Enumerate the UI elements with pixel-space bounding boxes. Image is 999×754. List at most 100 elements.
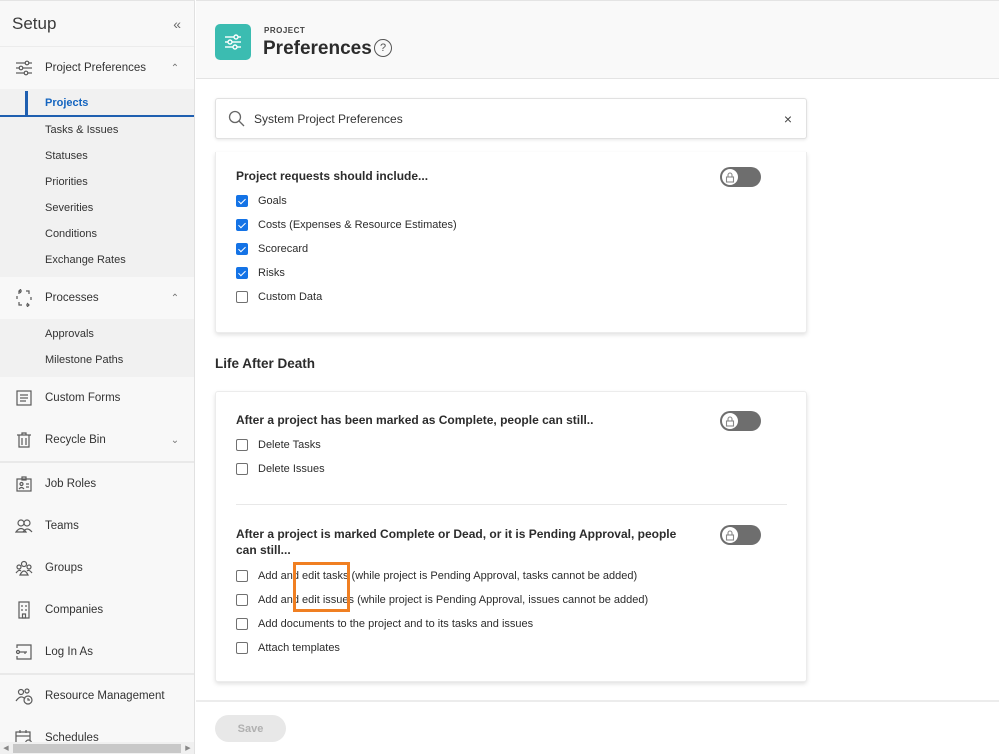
save-button[interactable]: Save <box>215 715 286 742</box>
clear-search-icon[interactable]: × <box>784 111 792 127</box>
sidebar-item-priorities[interactable]: Priorities <box>0 169 194 195</box>
sidebar-header: Setup « <box>0 1 194 47</box>
checkbox-costs[interactable]: Costs (Expenses & Resource Estimates) <box>236 213 806 237</box>
sidebar-item-exchange-rates[interactable]: Exchange Rates <box>0 247 194 273</box>
checkbox[interactable] <box>236 243 248 255</box>
sidebar-item-groups[interactable]: Groups <box>0 547 194 589</box>
collapse-sidebar-icon[interactable]: « <box>173 16 181 32</box>
lock-icon <box>725 171 735 183</box>
checkbox[interactable] <box>236 291 248 303</box>
scrollbar-thumb[interactable] <box>13 743 181 753</box>
checkbox[interactable] <box>236 594 248 606</box>
resource-management-icon <box>14 686 34 706</box>
sidebar-group-label: Processes <box>45 292 99 304</box>
checkbox-label: Scorecard <box>258 243 309 255</box>
checkbox-delete-issues[interactable]: Delete Issues <box>236 457 806 481</box>
sidebar-group-project-preferences[interactable]: Project Preferences ⌃ <box>0 47 194 89</box>
sidebar-group-label: Project Preferences <box>45 62 146 74</box>
checkbox[interactable] <box>236 219 248 231</box>
sidebar-item-conditions[interactable]: Conditions <box>0 221 194 247</box>
lock-icon <box>725 529 735 541</box>
sidebar-item-companies[interactable]: Companies <box>0 589 194 631</box>
checkbox-add-documents[interactable]: Add documents to the project and to its … <box>236 612 806 636</box>
checkbox-delete-tasks[interactable]: Delete Tasks <box>236 433 806 457</box>
after-complete-dead-pending-group: After a project is marked Complete or De… <box>216 505 806 660</box>
page-footer: Save <box>196 700 999 754</box>
groups-icon <box>14 558 34 578</box>
sidebar-item-label: Groups <box>45 562 83 574</box>
scroll-left-icon[interactable]: ◀ <box>0 744 12 752</box>
sidebar-item-recycle-bin[interactable]: Recycle Bin ⌄ <box>0 419 194 461</box>
page-title: Preferences <box>263 38 372 59</box>
sidebar-item-milestone-paths[interactable]: Milestone Paths <box>0 347 194 373</box>
checkbox-label: Goals <box>258 195 287 207</box>
sidebar-group-processes[interactable]: Processes ⌃ <box>0 277 194 319</box>
sidebar-item-job-roles[interactable]: Job Roles <box>0 463 194 505</box>
sidebar-item-label: Job Roles <box>45 478 97 490</box>
preferences-search: × <box>215 98 807 139</box>
help-icon[interactable]: ? <box>374 39 392 57</box>
sidebar-item-custom-forms[interactable]: Custom Forms <box>0 377 194 419</box>
scroll-right-icon[interactable]: ▶ <box>182 744 194 752</box>
checkbox-custom-data[interactable]: Custom Data <box>236 285 806 309</box>
sidebar-item-label: Companies <box>45 604 104 616</box>
life-after-death-card: After a project has been marked as Compl… <box>215 391 807 682</box>
section-title: Life After Death <box>215 356 316 371</box>
sidebar-title: Setup <box>12 13 57 33</box>
checkbox-label: Delete Tasks <box>258 439 321 451</box>
checkbox-label: Add and edit tasks (while project is Pen… <box>258 570 638 582</box>
checkbox-scorecard[interactable]: Scorecard <box>236 237 806 261</box>
lock-icon <box>725 415 735 427</box>
checkbox[interactable] <box>236 439 248 451</box>
sidebar-item-teams[interactable]: Teams <box>0 505 194 547</box>
sidebar-item-projects[interactable]: Projects <box>0 91 194 117</box>
teams-icon <box>14 516 34 536</box>
checkbox[interactable] <box>236 195 248 207</box>
checkbox-add-edit-issues[interactable]: Add and edit issues (while project is Pe… <box>236 588 806 612</box>
preferences-icon <box>215 24 251 60</box>
checkbox[interactable] <box>236 463 248 475</box>
search-icon <box>228 110 245 127</box>
sidebar-item-label: Teams <box>45 520 79 532</box>
checkbox-attach-templates[interactable]: Attach templates <box>236 636 806 660</box>
search-input[interactable] <box>254 111 784 126</box>
trash-icon <box>14 430 34 450</box>
project-requests-group: Project requests should include... Goals… <box>216 152 806 309</box>
sidebar-item-resource-management[interactable]: Resource Management <box>0 675 194 717</box>
checkbox[interactable] <box>236 267 248 279</box>
sidebar-item-approvals[interactable]: Approvals <box>0 321 194 347</box>
sliders-icon <box>14 58 34 78</box>
group-title: After a project has been marked as Compl… <box>236 413 594 427</box>
chevron-up-icon[interactable]: ⌃ <box>168 63 182 74</box>
sidebar-item-log-in-as[interactable]: Log In As <box>0 631 194 673</box>
sidebar-item-label: Recycle Bin <box>45 434 106 446</box>
checkbox-label: Delete Issues <box>258 463 325 475</box>
checkbox[interactable] <box>236 642 248 654</box>
checkbox-label: Costs (Expenses & Resource Estimates) <box>258 219 457 231</box>
group-title: Project requests should include... <box>236 169 429 183</box>
lock-toggle[interactable] <box>720 167 761 187</box>
main-content: PROJECT Preferences ? × Project requests… <box>196 0 999 754</box>
lock-toggle[interactable] <box>720 411 761 431</box>
after-complete-group: After a project has been marked as Compl… <box>216 392 806 504</box>
custom-forms-icon <box>14 388 34 408</box>
sidebar-horizontal-scrollbar[interactable]: ◀ ▶ <box>0 742 194 754</box>
processes-icon <box>14 288 34 308</box>
sidebar-item-label: Log In As <box>45 646 93 658</box>
chevron-up-icon[interactable]: ⌃ <box>168 293 182 304</box>
checkbox[interactable] <box>236 618 248 630</box>
sidebar-item-tasks-issues[interactable]: Tasks & Issues <box>0 117 194 143</box>
chevron-down-icon[interactable]: ⌄ <box>168 435 182 446</box>
processes-submenu: Approvals Milestone Paths <box>0 319 194 377</box>
checkbox-goals[interactable]: Goals <box>236 189 806 213</box>
checkbox-risks[interactable]: Risks <box>236 261 806 285</box>
checkbox-add-edit-tasks[interactable]: Add and edit tasks (while project is Pen… <box>236 564 806 588</box>
checkbox[interactable] <box>236 570 248 582</box>
group-title: After a project is marked Complete or De… <box>236 527 677 557</box>
sidebar-item-label: Custom Forms <box>45 392 121 404</box>
sidebar-item-statuses[interactable]: Statuses <box>0 143 194 169</box>
lock-toggle[interactable] <box>720 525 761 545</box>
building-icon <box>14 600 34 620</box>
project-preferences-submenu: Projects Tasks & Issues Statuses Priorit… <box>0 89 194 277</box>
sidebar-item-severities[interactable]: Severities <box>0 195 194 221</box>
